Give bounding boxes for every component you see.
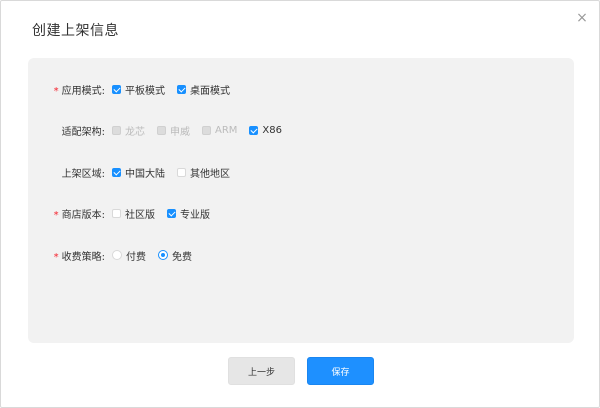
pricing-option-free[interactable]: 免费: [158, 248, 192, 263]
pricing-option-paid[interactable]: 付费: [112, 248, 146, 263]
close-icon[interactable]: ×: [574, 10, 590, 26]
pricing-label: 收费策略:: [61, 251, 105, 263]
store-version-label: 商店版本:: [61, 209, 105, 221]
required-mark: *: [53, 251, 59, 263]
region-option-other[interactable]: 其他地区: [177, 165, 230, 180]
form-panel: * 应用模式: 平板模式 桌面模式 适配架构: 龙芯 申威 ARM X86 上架…: [28, 58, 574, 343]
arch-row: 适配架构: 龙芯 申威 ARM X86: [28, 122, 290, 138]
checkbox-tablet-mode[interactable]: [112, 84, 121, 94]
radio-free[interactable]: [158, 250, 168, 260]
checkbox-x86[interactable]: [249, 125, 259, 135]
app-mode-label: 应用模式:: [61, 85, 105, 97]
region-row: 上架区域: 中国大陆 其他地区: [28, 164, 238, 180]
store-version-option-pro[interactable]: 专业版: [167, 206, 210, 221]
store-version-option-community[interactable]: 社区版: [112, 206, 155, 221]
checkbox-desktop-mode[interactable]: [177, 84, 186, 94]
create-listing-dialog: 创建上架信息 × * 应用模式: 平板模式 桌面模式 适配架构: 龙芯 申威 A…: [0, 0, 600, 408]
arch-option-loongson: 龙芯: [112, 123, 145, 138]
checkbox-arm: [202, 125, 211, 135]
checkbox-loongson: [112, 125, 121, 135]
dialog-title: 创建上架信息: [32, 23, 119, 39]
store-version-row: * 商店版本: 社区版 专业版: [28, 205, 218, 221]
checkbox-sunway: [157, 125, 166, 135]
checkbox-pro-edition[interactable]: [167, 208, 176, 218]
app-mode-option-desktop[interactable]: 桌面模式: [177, 82, 230, 97]
pricing-row: * 收费策略: 付费 免费: [28, 247, 200, 263]
checkbox-other-regions[interactable]: [177, 167, 186, 177]
arch-label: 适配架构:: [61, 126, 105, 138]
app-mode-option-tablet[interactable]: 平板模式: [112, 82, 165, 97]
arch-option-x86[interactable]: X86: [249, 125, 282, 136]
radio-paid[interactable]: [112, 250, 122, 260]
prev-step-button[interactable]: 上一步: [228, 357, 295, 385]
checkbox-mainland-china[interactable]: [112, 167, 121, 177]
app-mode-row: * 应用模式: 平板模式 桌面模式: [28, 81, 238, 97]
checkbox-community-edition[interactable]: [112, 208, 121, 218]
region-option-mainland[interactable]: 中国大陆: [112, 165, 165, 180]
required-mark: *: [53, 85, 59, 97]
required-mark: *: [53, 209, 59, 221]
region-label: 上架区域:: [61, 168, 105, 180]
save-button[interactable]: 保存: [307, 357, 374, 385]
arch-option-arm: ARM: [202, 125, 237, 136]
arch-option-sunway: 申威: [157, 123, 190, 138]
